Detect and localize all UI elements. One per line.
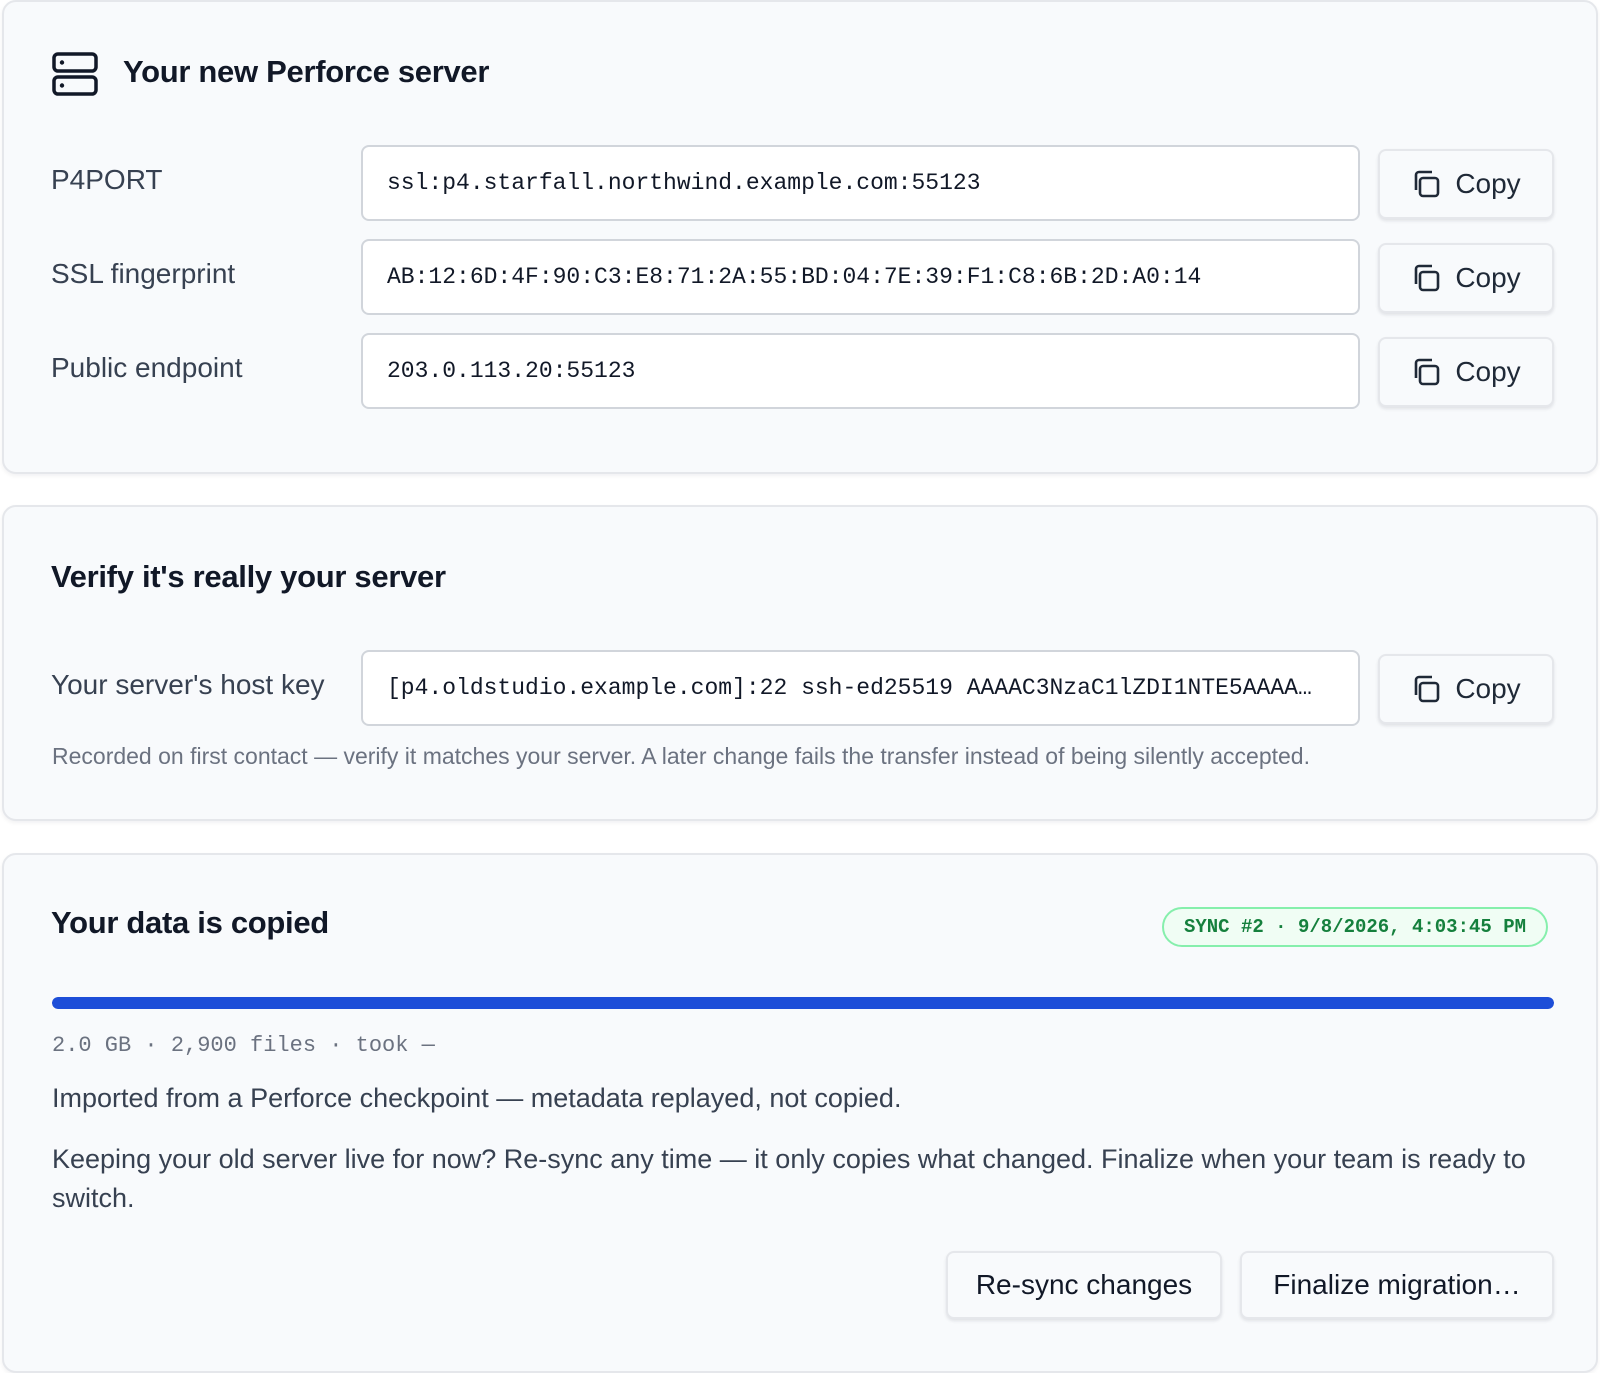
copy-icon (1411, 263, 1441, 293)
imported-text: Imported from a Perforce checkpoint — me… (52, 1083, 902, 1113)
copy-button-label: Copy (1455, 262, 1521, 293)
server-card-title: Your new Perforce server (123, 54, 490, 89)
verify-card-title: Verify it's really your server (51, 559, 446, 594)
data-copied-card: Your data is copied SYNC #2 · 9/8/2026, … (2, 853, 1598, 1373)
copy-host-key-button[interactable]: Copy (1378, 654, 1554, 724)
copy-icon (1411, 169, 1441, 199)
sync-status-badge: SYNC #2 · 9/8/2026, 4:03:45 PM (1161, 907, 1548, 947)
copy-p4port-button[interactable]: Copy (1378, 149, 1554, 219)
sync-progress-fill (52, 997, 1554, 1009)
sync-stats: 2.0 GB · 2,900 files · took — (52, 1033, 435, 1058)
sync-progress-bar (52, 997, 1554, 1009)
copy-button-label: Copy (1455, 168, 1521, 199)
copy-icon (1411, 674, 1441, 704)
data-card-title: Your data is copied (51, 905, 329, 940)
p4port-field[interactable]: ssl:p4.starfall.northwind.example.com:55… (361, 145, 1360, 221)
verify-server-card: Verify it's really your server Your serv… (2, 505, 1598, 821)
host-key-field[interactable]: [p4.oldstudio.example.com]:22 ssh-ed2551… (361, 650, 1360, 726)
copy-icon (1411, 357, 1441, 387)
public-endpoint-label: Public endpoint (51, 352, 243, 383)
copy-button-label: Copy (1455, 356, 1521, 387)
ssl-fingerprint-label: SSL fingerprint (51, 258, 236, 289)
host-key-label: Your server's host key (51, 669, 325, 700)
host-key-note: Recorded on first contact — verify it ma… (52, 743, 1310, 769)
p4port-label: P4PORT (51, 164, 163, 195)
public-endpoint-field[interactable]: 203.0.113.20:55123 (361, 333, 1360, 409)
resync-changes-button[interactable]: Re-sync changes (946, 1251, 1222, 1319)
copy-button-label: Copy (1455, 673, 1521, 704)
copy-public-endpoint-button[interactable]: Copy (1378, 337, 1554, 407)
resync-description: Keeping your old server live for now? Re… (52, 1144, 1526, 1213)
server-icon (52, 52, 98, 96)
server-details-card: Your new Perforce server P4PORT ssl:p4.s… (2, 0, 1598, 474)
ssl-fingerprint-field[interactable]: AB:12:6D:4F:90:C3:E8:71:2A:55:BD:04:7E:3… (361, 239, 1360, 315)
finalize-migration-button[interactable]: Finalize migration… (1240, 1251, 1554, 1319)
copy-ssl-fingerprint-button[interactable]: Copy (1378, 243, 1554, 313)
